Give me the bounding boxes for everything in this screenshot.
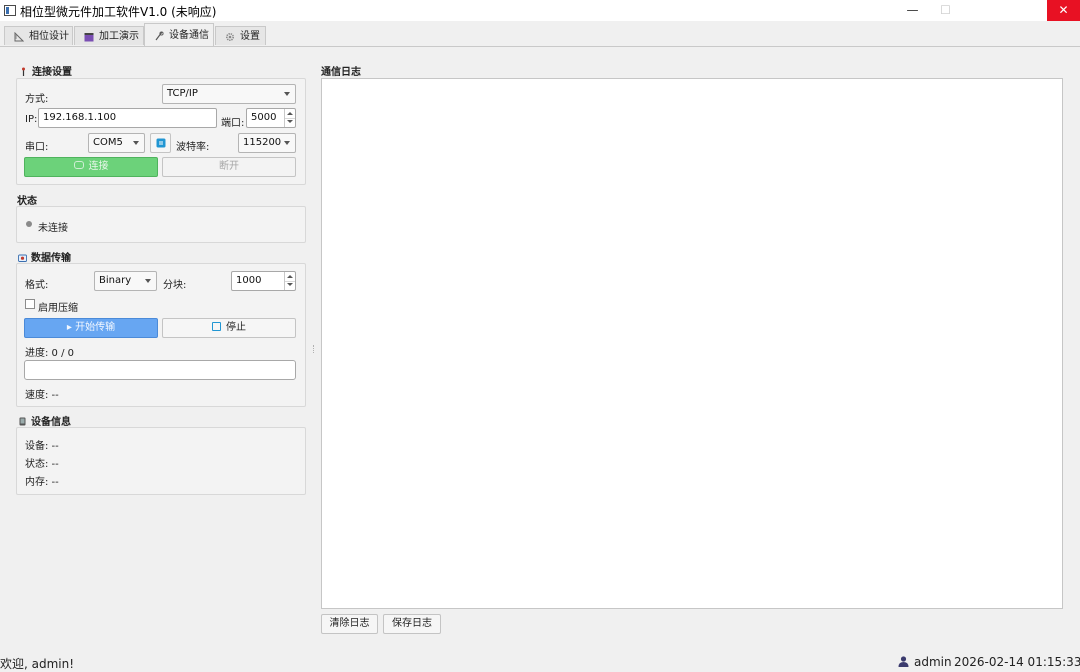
port-value: 5000 [251,112,277,123]
tab-processing-demo[interactable]: 加工演示 [74,26,144,45]
baud-rate-select[interactable]: 115200 [238,133,296,153]
stop-transfer-button[interactable]: 停止 [162,318,296,338]
chevron-down-icon [284,92,290,96]
ruler-icon [14,32,24,42]
user-icon [898,656,909,667]
chevron-down-icon [145,279,151,283]
port-spinbox[interactable]: 5000 [246,108,296,128]
stop-button-label: 停止 [226,322,246,333]
speed-text: 速度: -- [25,390,59,401]
baud-rate-label: 波特率: [176,142,210,153]
mode-select[interactable]: TCP/IP [162,84,296,104]
start-transfer-button[interactable]: ▸ 开始传输 [24,318,158,338]
device-icon [19,417,26,426]
refresh-icon [156,138,166,148]
title-bar: 相位型微元件加工软件V1.0 (未响应) — ☐ ✕ [0,0,1080,21]
chevron-down-icon [284,141,290,145]
chevron-down-icon [133,141,139,145]
user-name-text: admin [914,655,952,669]
transfer-section-title: 数据传输 [18,249,71,264]
device-info-group [16,427,306,495]
compression-checkbox[interactable] [25,299,35,309]
serial-port-value: COM5 [93,137,123,148]
status-bar: 欢迎, admin! admin 2026-02-14 01:15:33 [0,648,1080,671]
gear-icon [225,32,235,42]
compression-label: 启用压缩 [38,303,78,314]
format-value: Binary [99,275,132,286]
datetime-text: 2026-02-14 01:15:33 [954,655,1080,669]
maximize-button[interactable]: ☐ [929,0,962,21]
link-icon [73,161,84,169]
chunk-label: 分块: [163,280,187,291]
format-select[interactable]: Binary [94,271,157,291]
device-state-text: 状态: -- [25,459,59,470]
tab-bar: 相位设计 加工演示 设备通信 设置 [0,22,1080,47]
chunk-value: 1000 [236,275,262,286]
connect-button-label: 连接 [88,161,109,172]
connection-title-text: 连接设置 [32,67,72,78]
status-dot-icon [26,221,32,227]
ip-input[interactable]: 192.168.1.100 [38,108,217,128]
clapper-icon [84,33,94,42]
device-info-section-title: 设备信息 [18,413,71,428]
minimize-button[interactable]: — [896,0,929,21]
app-icon [4,5,16,16]
progress-bar [24,360,296,380]
device-memory-text: 内存: -- [25,477,59,488]
window-title: 相位型微元件加工软件V1.0 (未响应) [20,5,217,19]
connect-button[interactable]: 连接 [24,157,158,177]
ip-label: IP: [25,114,38,125]
tab-label: 设备通信 [169,30,209,41]
refresh-ports-button[interactable] [150,133,171,153]
mode-select-value: TCP/IP [167,88,198,99]
splitter-handle[interactable] [313,345,315,353]
connection-status-text: 未连接 [38,223,68,234]
log-section-title: 通信日志 [321,67,361,78]
tab-label: 设置 [240,31,260,42]
satellite-icon [155,31,164,41]
disconnect-button[interactable]: 断开 [162,157,296,177]
progress-text: 进度: 0 / 0 [25,348,74,359]
tab-settings[interactable]: 设置 [215,26,266,45]
tab-phase-design[interactable]: 相位设计 [4,26,73,45]
camera-icon [18,254,27,262]
port-label: 端口: [221,118,245,129]
close-button[interactable]: ✕ [1047,0,1080,21]
tab-label: 加工演示 [99,31,139,42]
connection-section-title: 连接设置 [19,63,72,78]
clear-log-button[interactable]: 清除日志 [321,614,378,634]
spin-down-icon[interactable] [284,118,295,127]
save-log-button[interactable]: 保存日志 [383,614,441,634]
format-label: 格式: [25,280,49,291]
antenna-icon [22,67,25,76]
spin-down-icon[interactable] [284,281,295,290]
serial-port-select[interactable]: COM5 [88,133,145,153]
welcome-text: 欢迎, admin! [0,657,75,671]
communication-log-textarea[interactable] [321,78,1063,609]
baud-rate-value: 115200 [243,137,282,148]
status-section-title: 状态 [17,196,37,207]
chunk-spinbox[interactable]: 1000 [231,271,296,291]
stop-icon [212,322,221,331]
tab-device-communication[interactable]: 设备通信 [144,23,214,46]
tab-label: 相位设计 [29,31,69,42]
mode-label: 方式: [25,94,49,105]
serial-port-label: 串口: [25,142,49,153]
device-text: 设备: -- [25,441,59,452]
